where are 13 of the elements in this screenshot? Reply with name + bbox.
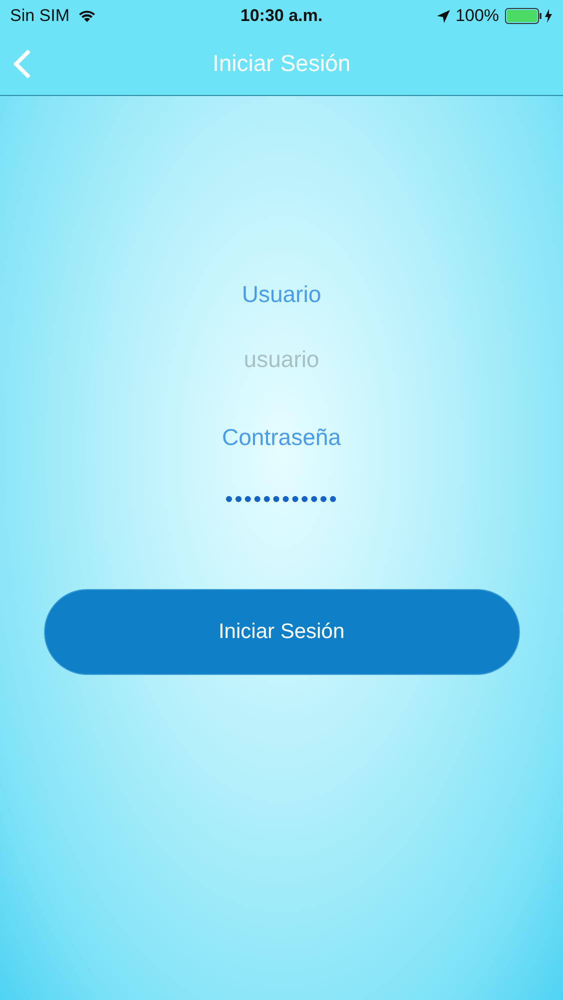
password-label: Contraseña: [222, 423, 341, 452]
status-time: 10:30 a.m.: [240, 5, 323, 28]
back-chevron-icon[interactable]: [12, 48, 32, 78]
username-label: Usuario: [242, 280, 322, 309]
login-button[interactable]: Iniciar Sesión: [44, 589, 520, 675]
nav-title: Iniciar Sesión: [212, 49, 351, 78]
battery-percent: 100%: [456, 5, 500, 28]
location-arrow-icon: [436, 10, 450, 22]
battery-charging-icon: [505, 8, 554, 24]
carrier-name: Sin SIM: [10, 5, 70, 28]
password-field[interactable]: ●●●●●●●●●●●●: [224, 488, 338, 508]
wifi-icon: [78, 9, 96, 23]
username-field[interactable]: usuario: [162, 344, 402, 374]
